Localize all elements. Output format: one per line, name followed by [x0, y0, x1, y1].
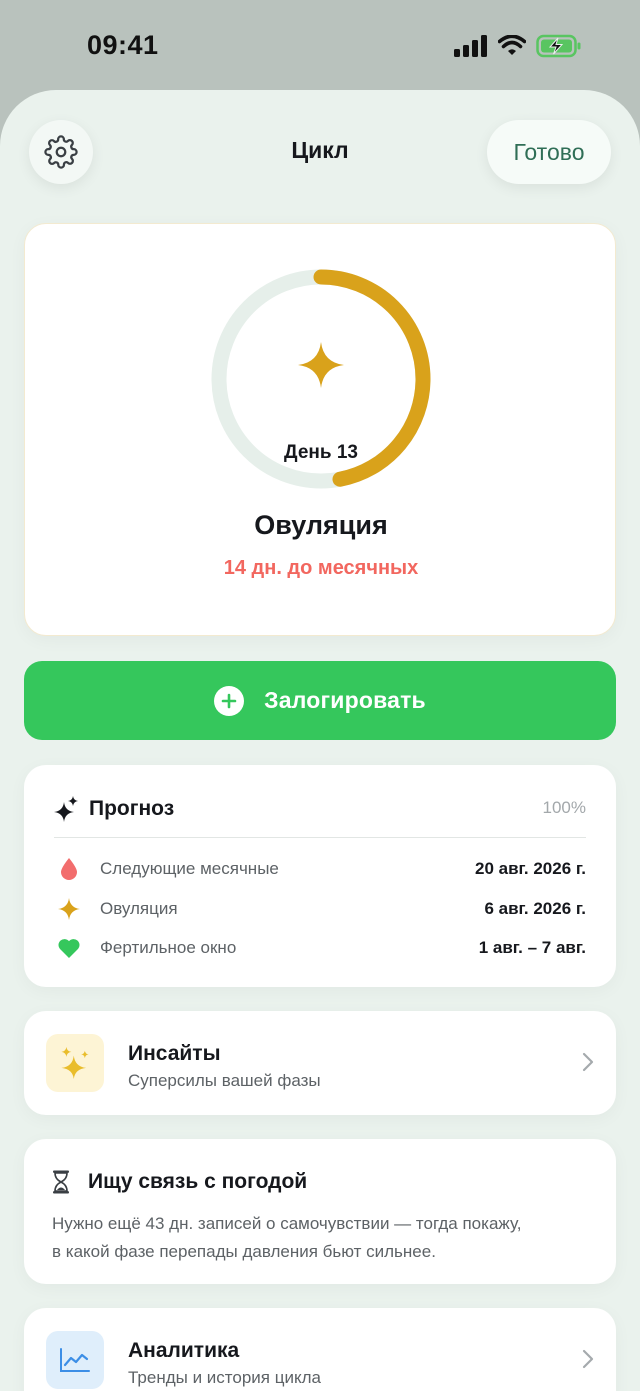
sparkle-icon: [54, 898, 84, 920]
insights-subtitle: Суперсилы вашей фазы: [128, 1071, 321, 1090]
forecast-row-fertile-window: Фертильное окно 1 авг. – 7 авг.: [54, 933, 586, 963]
battery-charging-icon: [536, 34, 581, 58]
insights-title: Инсайты: [128, 1042, 221, 1065]
drop-icon: [54, 858, 84, 880]
forecast-row-next-period: Следующие месячные 20 авг. 2026 г.: [54, 854, 586, 884]
insights-icon-box: [46, 1034, 104, 1092]
forecast-row-value: 20 авг. 2026 г.: [474, 859, 586, 878]
weather-body: Нужно ещё 43 дн. записей о самочувствии …: [52, 1210, 588, 1266]
forecast-row-value: 6 авг. 2026 г.: [484, 899, 586, 918]
analytics-icon-box: [46, 1331, 104, 1389]
weather-correlation-card: Ищу связь с погодой Нужно ещё 43 дн. зап…: [24, 1139, 616, 1284]
ovulation-star-icon: [298, 342, 344, 388]
status-bar: 09:41: [0, 0, 640, 92]
insights-card[interactable]: Инсайты Суперсилы вашей фазы: [24, 1011, 616, 1115]
period-countdown: 14 дн. до месячных: [223, 557, 419, 579]
forecast-row-label: Следующие месячные: [100, 859, 279, 878]
forecast-row-value: 1 авг. – 7 авг.: [478, 938, 586, 957]
forecast-card: Прогноз 100% Следующие месячные 20 авг. …: [24, 765, 616, 987]
sparkles-icon: [54, 796, 78, 822]
status-time: 09:41: [87, 30, 159, 60]
heart-icon: [54, 938, 84, 958]
cycle-sheet: Цикл Готово День 13 Овуляция 14 дн. до м…: [0, 90, 640, 1391]
forecast-row-ovulation: Овуляция 6 авг. 2026 г.: [54, 894, 586, 924]
weather-body-line: Нужно ещё 43 дн. записей о самочувствии …: [52, 1214, 522, 1233]
forecast-row-label: Овуляция: [100, 899, 178, 918]
analytics-title: Аналитика: [128, 1339, 240, 1362]
plus-circle-icon: [214, 685, 245, 716]
cycle-status-card: День 13 Овуляция 14 дн. до месячных: [24, 223, 616, 636]
weather-body-line: в какой фазе перепады давления бьют силь…: [52, 1242, 436, 1261]
phase-title: Овуляция: [254, 510, 388, 540]
hourglass-icon: [53, 1170, 69, 1194]
log-button[interactable]: Залогировать: [24, 661, 616, 740]
signal-icon: [454, 35, 487, 57]
sparkles-icon: [61, 1047, 89, 1079]
chevron-right-icon: [582, 1349, 594, 1369]
chevron-right-icon: [582, 1052, 594, 1072]
forecast-title: Прогноз: [89, 797, 175, 820]
forecast-accuracy: 100%: [542, 798, 586, 817]
done-button[interactable]: Готово: [487, 120, 611, 184]
analytics-card[interactable]: Аналитика Тренды и история цикла: [24, 1308, 616, 1391]
weather-title: Ищу связь с погодой: [88, 1170, 308, 1193]
cycle-day-label: День 13: [284, 442, 358, 463]
wifi-icon: [498, 35, 526, 55]
forecast-row-label: Фертильное окно: [100, 938, 237, 957]
line-chart-icon: [60, 1348, 90, 1372]
cycle-progress-ring: День 13: [211, 269, 431, 489]
forecast-divider: [54, 837, 586, 838]
log-button-label: Залогировать: [264, 687, 426, 713]
analytics-subtitle: Тренды и история цикла: [128, 1368, 321, 1387]
status-icons: [454, 34, 582, 58]
